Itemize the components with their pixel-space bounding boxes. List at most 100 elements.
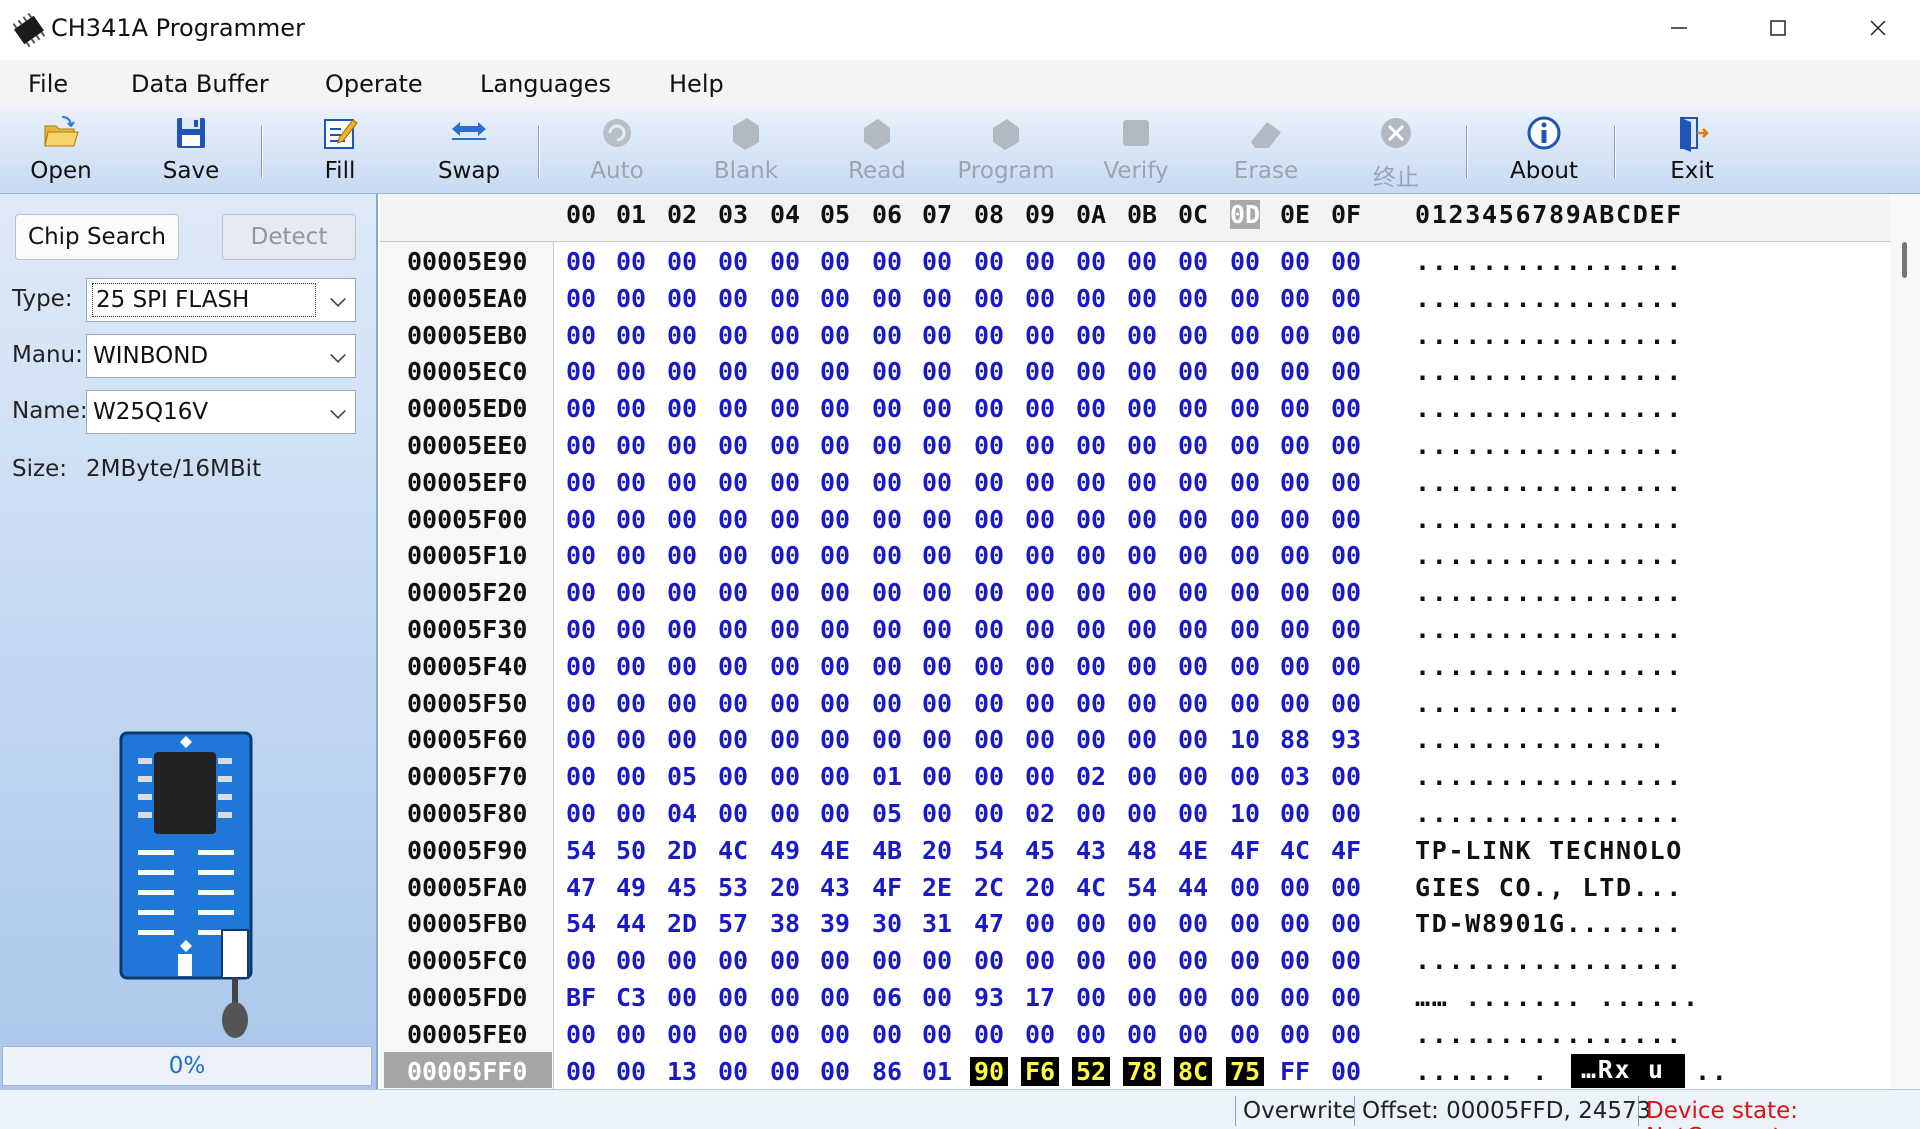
hex-byte[interactable]: 00	[1280, 689, 1310, 718]
hex-byte[interactable]: 00	[1178, 394, 1208, 423]
hex-byte[interactable]: 00	[616, 1020, 646, 1049]
hex-byte[interactable]: 00	[1280, 247, 1310, 276]
hex-byte[interactable]: 00	[1331, 357, 1361, 386]
hex-byte[interactable]: 00	[1230, 946, 1260, 975]
ascii-text[interactable]: ................	[1415, 468, 1683, 497]
vertical-scrollbar[interactable]	[1890, 194, 1920, 1089]
ascii-tail[interactable]: ..	[1695, 1057, 1729, 1086]
hex-byte[interactable]: 00	[718, 578, 748, 607]
hex-byte[interactable]: 4E	[820, 836, 850, 865]
hex-byte[interactable]: 00	[872, 689, 902, 718]
hex-byte[interactable]: 00	[1178, 468, 1208, 497]
hex-byte[interactable]: 00	[1280, 873, 1310, 902]
ascii-text[interactable]: ................	[1415, 357, 1683, 386]
hex-byte[interactable]: 00	[1178, 725, 1208, 754]
hex-byte[interactable]: 4F	[1230, 836, 1260, 865]
hex-byte[interactable]: 00	[667, 578, 697, 607]
hex-byte[interactable]: 00	[872, 652, 902, 681]
hex-byte[interactable]: 00	[1178, 284, 1208, 313]
hex-byte[interactable]: 00	[667, 652, 697, 681]
ascii-text[interactable]: ................	[1415, 615, 1683, 644]
hex-byte[interactable]: 00	[1178, 541, 1208, 570]
hex-byte[interactable]: 00	[718, 1020, 748, 1049]
hex-byte[interactable]: 00	[566, 799, 596, 828]
hex-byte[interactable]: 00	[718, 762, 748, 791]
hex-byte[interactable]: 00	[566, 505, 596, 534]
hex-byte[interactable]: 00	[1280, 284, 1310, 313]
hex-byte[interactable]: 00	[1076, 1020, 1106, 1049]
hex-byte[interactable]: 00	[1076, 541, 1106, 570]
ascii-text[interactable]: ................	[1415, 541, 1683, 570]
hex-row[interactable]: 00005F60 00 00 00 00 00 00 00 00 00 00 00 00 00 10 88 93…	[380, 720, 1890, 756]
hex-row[interactable]: 00005EB0 00 00 00 00 00 00 00 00 00 00 00 00 00 00 00 00…	[380, 316, 1890, 352]
hex-byte[interactable]: 00	[566, 321, 596, 350]
hex-byte[interactable]: 00	[1127, 505, 1157, 534]
ascii-selection[interactable]: …Rx u	[1571, 1053, 1685, 1088]
hex-byte[interactable]: 00	[770, 247, 800, 276]
hex-byte[interactable]: 00	[1230, 541, 1260, 570]
hex-byte[interactable]: 00	[1230, 578, 1260, 607]
hex-byte[interactable]: 00	[1025, 357, 1055, 386]
hex-byte[interactable]: 00	[1280, 1020, 1310, 1049]
hex-byte[interactable]: 00	[1178, 505, 1208, 534]
hex-byte[interactable]: 00	[1230, 652, 1260, 681]
ascii-text[interactable]: GIES CO., LTD...	[1415, 873, 1683, 902]
hex-byte[interactable]: 00	[1230, 357, 1260, 386]
hex-byte[interactable]: 00	[1230, 468, 1260, 497]
hex-byte[interactable]: 47	[974, 909, 1004, 938]
hex-byte[interactable]: 00	[1331, 946, 1361, 975]
hex-byte[interactable]: 00	[770, 615, 800, 644]
hex-byte[interactable]: 00	[1280, 652, 1310, 681]
hex-row[interactable]: 00005EA0 00 00 00 00 00 00 00 00 00 00 00 00 00 00 00 00…	[380, 279, 1890, 315]
hex-byte[interactable]: 00	[974, 762, 1004, 791]
hex-byte[interactable]: 00	[566, 762, 596, 791]
hex-byte[interactable]: 20	[922, 836, 952, 865]
hex-byte[interactable]: 50	[616, 836, 646, 865]
hex-byte[interactable]: 01	[922, 1057, 952, 1086]
hex-byte[interactable]: 00	[1280, 357, 1310, 386]
hex-row[interactable]: 00005F30 00 00 00 00 00 00 00 00 00 00 00 00 00 00 00 00…	[380, 610, 1890, 646]
hex-byte[interactable]: 00	[770, 1020, 800, 1049]
hex-byte[interactable]: 00	[1127, 983, 1157, 1012]
hex-byte[interactable]: 00	[1331, 799, 1361, 828]
hex-byte[interactable]: 00	[770, 946, 800, 975]
hex-byte[interactable]: 45	[667, 873, 697, 902]
hex-byte[interactable]: 00	[616, 725, 646, 754]
hex-byte[interactable]: 00	[1076, 505, 1106, 534]
hex-byte[interactable]: 00	[616, 321, 646, 350]
hex-byte[interactable]: 00	[872, 725, 902, 754]
hex-byte[interactable]: 00	[820, 394, 850, 423]
hex-byte[interactable]: 00	[1331, 1057, 1361, 1086]
hex-byte[interactable]: 10	[1230, 725, 1260, 754]
hex-byte[interactable]: 31	[922, 909, 952, 938]
hex-byte[interactable]: 00	[1331, 468, 1361, 497]
hex-byte[interactable]: 00	[770, 578, 800, 607]
hex-byte[interactable]: 00	[1178, 431, 1208, 460]
hex-byte[interactable]: 00	[1076, 615, 1106, 644]
hex-byte[interactable]: 00	[1280, 983, 1310, 1012]
hex-byte[interactable]: 00	[667, 505, 697, 534]
hex-byte[interactable]: 00	[1076, 652, 1106, 681]
hex-byte[interactable]: 49	[616, 873, 646, 902]
hex-byte[interactable]: 00	[1127, 284, 1157, 313]
hex-byte[interactable]: 00	[1230, 431, 1260, 460]
hex-byte[interactable]: 00	[1280, 946, 1310, 975]
auto-button[interactable]: Auto	[562, 110, 672, 192]
hex-row[interactable]: 00005F70 00 00 05 00 00 00 01 00 00 00 02 00 00 00 03 00…	[380, 757, 1890, 793]
hex-byte[interactable]: 00	[1230, 983, 1260, 1012]
hex-byte[interactable]: 00	[770, 983, 800, 1012]
hex-byte[interactable]: 00	[922, 541, 952, 570]
hex-row[interactable]: 00005EC0 00 00 00 00 00 00 00 00 00 00 00 00 00 00 00 00…	[380, 352, 1890, 388]
hex-byte[interactable]: 00	[1025, 725, 1055, 754]
hex-byte[interactable]: 00	[974, 725, 1004, 754]
hex-byte[interactable]: 00	[820, 946, 850, 975]
hex-byte[interactable]: 00	[1076, 725, 1106, 754]
hex-byte[interactable]: 88	[1280, 725, 1310, 754]
hex-byte[interactable]: 00	[820, 247, 850, 276]
hex-byte[interactable]: 00	[922, 799, 952, 828]
hex-byte[interactable]: 00	[1025, 946, 1055, 975]
hex-byte[interactable]: 00	[1178, 615, 1208, 644]
hex-byte[interactable]: 93	[974, 983, 1004, 1012]
menu-file[interactable]: File	[28, 70, 68, 98]
hex-byte[interactable]: 00	[1331, 321, 1361, 350]
